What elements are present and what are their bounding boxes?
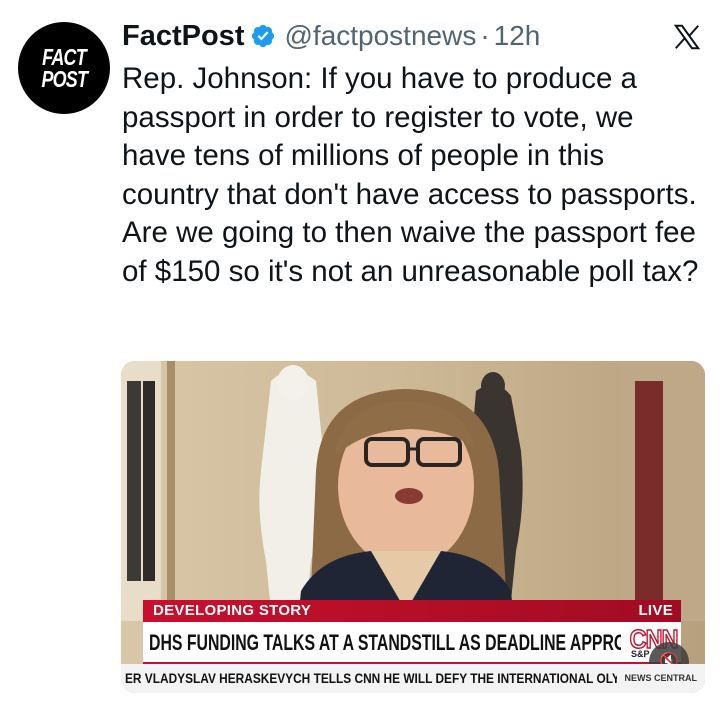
ticker-text: ER VLADYSLAV HERASKEVYCH TELLS CNN HE WI… <box>125 671 641 686</box>
live-badge: LIVE <box>638 602 673 619</box>
developing-story-bar: DEVELOPING STORY LIVE <box>143 600 681 622</box>
verified-badge-icon <box>252 24 275 48</box>
news-ticker: ER VLADYSLAV HERASKEVYCH TELLS CNN HE WI… <box>121 664 705 693</box>
market-label: S&P <box>631 649 650 659</box>
x-logo-icon[interactable] <box>672 22 702 52</box>
avatar-text-fact: FACT <box>42 44 87 70</box>
tweet-header: FactPost @factpostnews · 12h <box>122 14 540 58</box>
developing-story-label: DEVELOPING STORY <box>153 602 312 619</box>
avatar[interactable]: FACT POST <box>18 22 110 114</box>
separator-dot: · <box>480 20 490 51</box>
display-name[interactable]: FactPost <box>122 20 244 53</box>
post-time[interactable]: 12h <box>494 20 541 52</box>
account-handle[interactable]: @factpostnews <box>284 20 476 52</box>
news-headline: DHS FUNDING TALKS AT A STANDSTILL AS DEA… <box>149 630 682 655</box>
tweet-text: Rep. Johnson: If you have to produce a p… <box>122 62 699 288</box>
news-headline-bar: DHS FUNDING TALKS AT A STANDSTILL AS DEA… <box>143 622 682 664</box>
avatar-text-post: POST <box>41 66 88 92</box>
video-player[interactable]: DEVELOPING STORY LIVE DHS FUNDING TALKS … <box>121 361 705 693</box>
ticker-network-label: NEWS CENTRAL <box>616 664 705 693</box>
